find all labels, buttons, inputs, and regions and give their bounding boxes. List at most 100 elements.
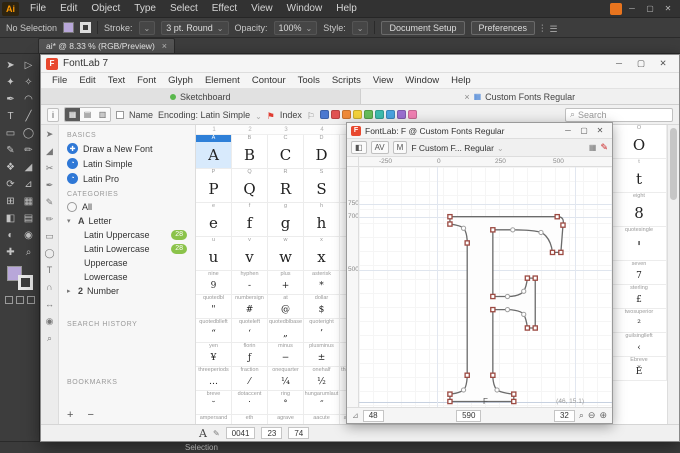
tab-sketchboard[interactable]: Sketchboard: [41, 89, 360, 104]
glyph-cell-plusminus[interactable]: plusminus ±: [304, 343, 340, 367]
add-button[interactable]: +: [67, 409, 73, 421]
zoom-in-icon[interactable]: [599, 410, 607, 421]
panel-menu-icon[interactable]: [550, 19, 558, 37]
contour-node[interactable]: [532, 325, 538, 331]
font-layer-select[interactable]: F Custom F... Regular: [411, 143, 503, 153]
ai-menu-file[interactable]: File: [23, 3, 53, 14]
fontlab-window[interactable]: F FontLab 7 ─ ▢ ✕ File Edit Text Font Glyph E…: [40, 54, 680, 442]
style-select[interactable]: [351, 20, 369, 35]
glyph-cell-hyphen[interactable]: hyphen -: [232, 271, 268, 295]
contour-node[interactable]: [447, 221, 453, 227]
flag-color-5[interactable]: [374, 110, 384, 119]
glyph-cell-eight[interactable]: eight 8: [612, 193, 667, 227]
contour-node[interactable]: [524, 325, 531, 331]
ai-menu-help[interactable]: Help: [329, 3, 364, 14]
ellipse-tool[interactable]: ◯: [44, 247, 54, 260]
contour-node[interactable]: [560, 222, 566, 228]
detail-view-icon[interactable]: ▥: [95, 108, 110, 121]
panel-dots-icon[interactable]: [541, 19, 544, 37]
glyph-cell-onequarter[interactable]: onequarter ¼: [268, 367, 304, 391]
contour-node[interactable]: [532, 275, 538, 281]
rotate-tool[interactable]: ⟳: [2, 176, 20, 193]
panel-toggle-icon[interactable]: ◧: [351, 141, 367, 154]
kerning-mode-button[interactable]: AV: [370, 141, 389, 154]
ai-menu-edit[interactable]: Edit: [53, 3, 84, 14]
chevron-right-icon[interactable]: ▸: [67, 287, 74, 295]
index-field[interactable]: 23: [261, 427, 283, 439]
flag-color-8[interactable]: [407, 110, 417, 119]
curve-handle[interactable]: [494, 387, 500, 393]
stroke-color-swatch[interactable]: [80, 22, 92, 33]
flag-red-icon[interactable]: [267, 106, 275, 124]
contour-node[interactable]: [447, 213, 453, 220]
glyph-editor-titlebar[interactable]: F FontLab: F @ Custom Fonts Regular ─ ▢ …: [347, 123, 612, 139]
remove-button[interactable]: −: [87, 409, 93, 421]
width-field[interactable]: 74: [288, 427, 310, 439]
ai-menu-view[interactable]: View: [244, 3, 280, 14]
magnet-tool[interactable]: ∩: [46, 281, 52, 294]
fl-menu-view[interactable]: View: [367, 75, 399, 86]
ai-menu-window[interactable]: Window: [280, 3, 330, 14]
contour-node[interactable]: [490, 293, 496, 300]
draw-normal-icon[interactable]: [4, 296, 13, 304]
curve-handle[interactable]: [504, 307, 511, 313]
flag-color-2[interactable]: [341, 110, 351, 119]
glyph-cell-eth[interactable]: ethð: [232, 415, 268, 424]
close-icon[interactable]: ✕: [652, 58, 674, 69]
edit-tool[interactable]: ➤: [46, 128, 54, 141]
ai-menu-type[interactable]: Type: [127, 3, 163, 14]
zoom-out-icon[interactable]: [588, 410, 596, 421]
sidebar-group-letter[interactable]: ▾ A Letter: [59, 214, 195, 228]
gradient-tool[interactable]: ◐: [2, 227, 20, 244]
glyph-cell-at[interactable]: at @: [268, 295, 304, 319]
tab-custom-fonts-regular[interactable]: × ▦ Custom Fonts Regular: [359, 89, 679, 104]
glyph-cell-h[interactable]: hh: [304, 203, 340, 237]
glyph-cell-t[interactable]: tt: [612, 159, 667, 193]
close-icon[interactable]: ✕: [660, 4, 676, 13]
list-view-icon[interactable]: ▤: [80, 108, 95, 121]
mesh-tool[interactable]: ▤: [20, 210, 38, 227]
sidebar-item-all[interactable]: All: [59, 200, 195, 214]
glyph-cell-ampersand[interactable]: ampersand&: [196, 415, 232, 424]
contour-node[interactable]: [558, 249, 564, 256]
close-icon[interactable]: ×: [162, 41, 167, 51]
flag-color-3[interactable]: [352, 110, 362, 119]
curve-handle[interactable]: [504, 293, 511, 300]
glyph-cell-breve[interactable]: breve ˘: [196, 391, 232, 415]
glyph-cell-p[interactable]: PP: [196, 169, 232, 203]
glyph-cell-s[interactable]: SS: [304, 169, 340, 203]
knife-tool[interactable]: ✂: [46, 162, 54, 175]
flag-color-7[interactable]: [396, 110, 406, 119]
index-label[interactable]: Index: [280, 110, 302, 120]
eraser-tool[interactable]: ◢: [46, 145, 53, 158]
sidebar-item-latin-pro[interactable]: ◔ Latin Pro: [59, 171, 195, 186]
glyph-cell-onehalf[interactable]: onehalf ½: [304, 367, 340, 391]
curve-handle[interactable]: [521, 288, 527, 294]
pen-tool[interactable]: ✒: [46, 179, 54, 192]
glyph-cell-dotaccent[interactable]: dotaccent ˙: [232, 391, 268, 415]
flag-white-icon[interactable]: [307, 106, 315, 124]
brush-preset-select[interactable]: 3 pt. Round: [161, 20, 229, 35]
glyph-cell-quotedblbase[interactable]: quotedblbase „: [268, 319, 304, 343]
fl-menu-glyph[interactable]: Glyph: [162, 75, 199, 86]
glyph-cell-aacute[interactable]: aacuteá: [304, 415, 340, 424]
advance-width-field[interactable]: 590: [456, 409, 482, 422]
glyph-cell-e[interactable]: ee: [196, 203, 232, 237]
edit-pencil-icon[interactable]: [213, 428, 220, 438]
shape-builder-tool[interactable]: ◧: [2, 210, 20, 227]
zoom-tool[interactable]: ⌕: [47, 332, 52, 345]
glyph-cell-sterling[interactable]: sterling £: [612, 285, 667, 309]
lsb-field[interactable]: 48: [362, 409, 384, 422]
selection-tool[interactable]: ➤: [2, 57, 20, 74]
sidebar-item-latin-simple[interactable]: ◔ Latin Simple: [59, 156, 195, 171]
fl-menu-element[interactable]: Element: [199, 75, 246, 86]
rectangle-tool[interactable]: ▭: [2, 125, 20, 142]
name-checkbox[interactable]: [116, 110, 124, 119]
preferences-button[interactable]: Preferences: [470, 20, 536, 35]
app-icon[interactable]: [610, 2, 622, 15]
contour-node[interactable]: [447, 391, 453, 397]
maximize-icon[interactable]: ▢: [630, 58, 652, 69]
glyph-cell-numbersign[interactable]: numbersign #: [232, 295, 268, 319]
glyph-cell-a[interactable]: AA: [196, 135, 232, 169]
fl-menu-help[interactable]: Help: [445, 75, 477, 86]
